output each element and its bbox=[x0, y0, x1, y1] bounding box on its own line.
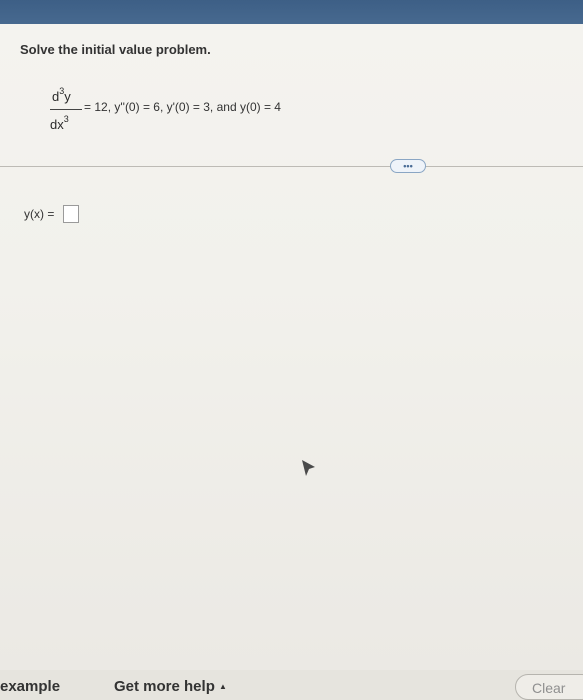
answer-input[interactable] bbox=[63, 205, 79, 223]
example-button[interactable]: example bbox=[0, 678, 60, 695]
get-more-help-label: Get more help bbox=[114, 678, 215, 695]
ellipsis-icon: ••• bbox=[403, 161, 413, 171]
footer-bar bbox=[0, 670, 583, 700]
fraction-bar bbox=[50, 109, 82, 110]
question-prompt: Solve the initial value problem. bbox=[20, 42, 211, 57]
more-options-button[interactable]: ••• bbox=[390, 159, 426, 173]
question-panel bbox=[0, 24, 583, 670]
fraction-numerator: d3y bbox=[52, 86, 71, 104]
clear-all-button[interactable]: Clear bbox=[515, 674, 583, 700]
mouse-cursor-icon bbox=[302, 460, 315, 476]
top-bar bbox=[0, 0, 583, 24]
answer-label: y(x) = bbox=[24, 207, 55, 221]
get-more-help-button[interactable]: Get more help ▲ bbox=[114, 678, 227, 695]
equation-conditions: = 12, y''(0) = 6, y'(0) = 3, and y(0) = … bbox=[84, 100, 281, 114]
derivative-fraction: d3y dx3 bbox=[46, 80, 86, 138]
fraction-denominator: dx3 bbox=[50, 114, 69, 132]
section-divider bbox=[0, 166, 583, 167]
caret-up-icon: ▲ bbox=[219, 682, 227, 691]
